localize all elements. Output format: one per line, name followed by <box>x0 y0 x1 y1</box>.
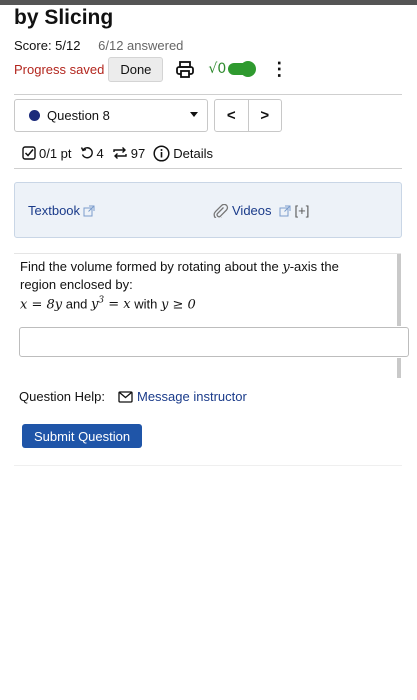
question-meta: 0/1 pt 4 97 Details <box>22 143 221 163</box>
mail-icon <box>118 390 133 403</box>
question-line-1: Find the volume formed by rotating about… <box>20 259 339 275</box>
math-toggle-switch[interactable] <box>228 61 257 77</box>
scrollbar[interactable] <box>397 358 401 378</box>
external-link-icon <box>279 205 291 216</box>
answer-input[interactable] <box>19 327 409 357</box>
status-dot-icon <box>29 110 40 121</box>
info-icon <box>153 144 170 162</box>
question-nav: < > <box>214 99 282 132</box>
chevron-down-icon <box>190 112 198 117</box>
equation-3: y ≥ 0 <box>160 297 196 313</box>
score-row: Score: 5/12 6/12 answered <box>14 38 183 53</box>
action-bar: Progress saved Done √0 ⋮ <box>14 56 288 82</box>
score-text: Score: 5/12 <box>14 38 81 53</box>
question-text: Find the volume formed by rotating about… <box>20 258 388 313</box>
external-link-icon <box>83 205 95 216</box>
kebab-menu-icon[interactable]: ⋮ <box>270 60 288 78</box>
question-panel: Find the volume formed by rotating about… <box>14 253 401 378</box>
divider <box>14 94 402 95</box>
question-help-label: Question Help: <box>19 389 105 404</box>
message-instructor-link[interactable]: Message instructor <box>137 389 247 404</box>
points-text: 0/1 pt <box>39 145 72 161</box>
submit-question-button[interactable]: Submit Question <box>22 424 143 448</box>
textbook-label: Textbook <box>28 203 81 218</box>
previous-question-button[interactable]: < <box>215 100 249 131</box>
done-button[interactable]: Done <box>108 56 164 82</box>
question-line-2: region enclosed by: <box>20 277 133 292</box>
divider <box>14 168 402 169</box>
question-line-3: x = 8y and y3 = x with y ≥ 0 <box>20 296 196 313</box>
more-resources-toggle[interactable]: [+] <box>295 203 310 218</box>
question-help: Question Help: Message instructor <box>19 389 247 404</box>
details-text: Details <box>173 145 213 161</box>
question-select-label: Question 8 <box>47 108 110 123</box>
points-item: 0/1 pt <box>22 146 72 161</box>
videos-label: Videos <box>232 203 272 218</box>
retries-item: 4 <box>80 146 104 161</box>
divider <box>14 465 402 466</box>
paperclip-icon <box>213 203 229 218</box>
math-toggle-icon[interactable]: √0 <box>208 61 226 77</box>
equation-2: y3 = x <box>91 296 131 313</box>
attempts-text: 97 <box>130 145 146 161</box>
attempts-icon <box>113 147 127 159</box>
question-select[interactable]: Question 8 <box>14 99 208 132</box>
printer-icon[interactable] <box>176 60 195 78</box>
next-question-button[interactable]: > <box>249 100 282 131</box>
answered-count: 6/12 answered <box>98 38 184 53</box>
resources-box: Textbook Videos [+] <box>14 182 402 238</box>
videos-link[interactable]: Videos [+] <box>213 203 309 218</box>
attempts-item: 97 <box>112 146 145 161</box>
scrollbar[interactable] <box>397 254 401 326</box>
top-bar <box>0 0 417 5</box>
progress-saved-status: Progress saved <box>14 61 105 77</box>
retries-text: 4 <box>96 145 104 161</box>
details-button[interactable]: Details <box>153 144 213 162</box>
equation-1: x = 8y <box>20 297 63 313</box>
page-title: by Slicing <box>14 6 114 29</box>
retry-icon <box>80 147 93 159</box>
checkbox-icon <box>22 146 36 160</box>
textbook-link[interactable]: Textbook <box>28 203 95 218</box>
